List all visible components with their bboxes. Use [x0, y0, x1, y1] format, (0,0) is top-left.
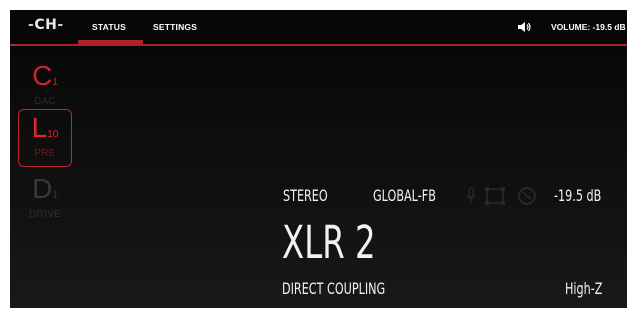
brand-logo: -CH- [28, 17, 64, 33]
mode-drive[interactable]: D1 DRIVE [18, 171, 72, 229]
mic-icon [466, 187, 476, 203]
active-tab-indicator [78, 40, 143, 44]
mode-label: PRE [34, 148, 56, 159]
feedback-mode: GLOBAL-FB [373, 186, 436, 205]
mode-dac[interactable]: C1 DAC [18, 58, 72, 116]
level-value: -19.5 dB [554, 186, 602, 205]
speaker-icon[interactable] [517, 21, 531, 33]
channel-mode: STEREO [283, 186, 328, 205]
clock-icon [518, 187, 536, 205]
mode-letter: C1 [32, 60, 58, 91]
frame-icon [485, 187, 505, 205]
input-name: XLR 2 [282, 216, 376, 269]
tab-settings[interactable]: SETTINGS [153, 22, 197, 46]
mode-pre[interactable]: L10 PRE [18, 109, 72, 167]
device-screen: -CH- STATUS SETTINGS VOLUME: -19.5 dB C1… [10, 10, 627, 308]
volume-readout: VOLUME: -19.5 dB [551, 22, 626, 32]
mode-letter: D1 [32, 173, 58, 204]
mode-label: DAC [33, 96, 56, 107]
impedance-mode: High-Z [565, 279, 603, 298]
mode-label: DRIVE [28, 209, 62, 220]
mode-letter: L10 [31, 112, 59, 143]
coupling-mode: DIRECT COUPLING [282, 279, 386, 298]
